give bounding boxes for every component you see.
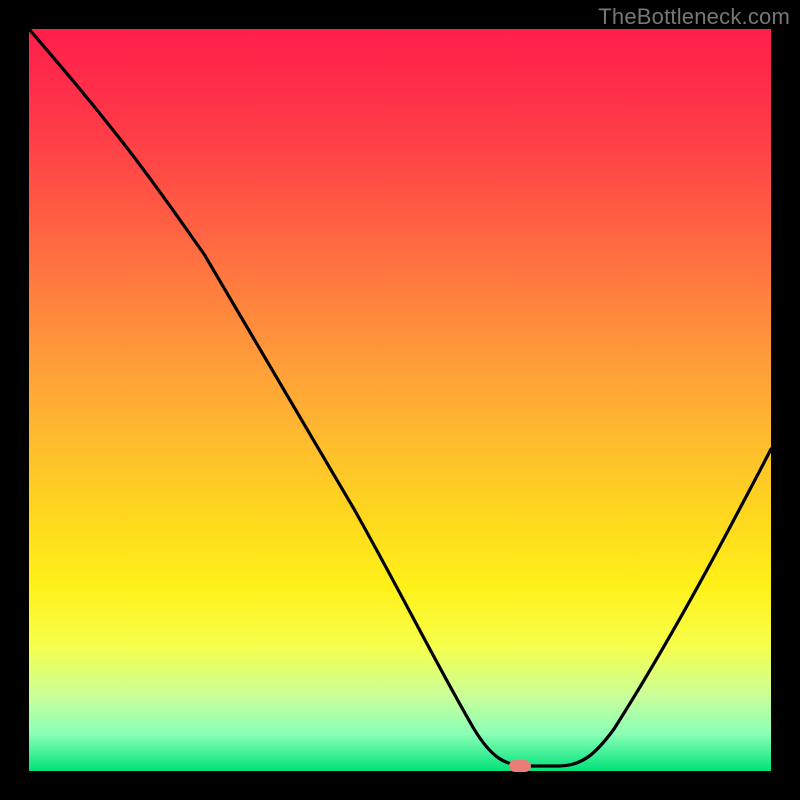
watermark-text: TheBottleneck.com: [598, 4, 790, 30]
chart-stage: TheBottleneck.com: [0, 0, 800, 800]
trough-marker: [509, 760, 531, 772]
bottleneck-curve: [29, 29, 771, 771]
